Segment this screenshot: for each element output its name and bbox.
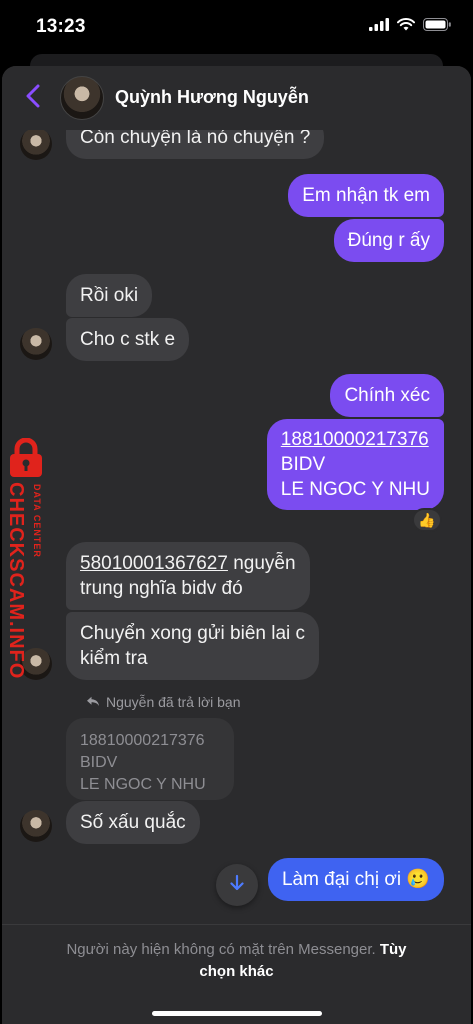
home-indicator[interactable] [152,1011,322,1016]
notice-message: Người này hiện không có mặt trên Messeng… [66,941,380,958]
message-account-info[interactable]: 18810000217376 BIDV LE NGOC Y NHU [266,419,444,510]
quoted-message[interactable]: 18810000217376 BIDV LE NGOC Y NHU [66,718,234,800]
avatar [20,128,52,160]
watermark-main: CHECKSCAM.INFO [5,482,27,680]
chat-sheet: Còn chuyện là nó chuyện ? Em nhận tk em … [2,66,471,1024]
message-text: nguyễn [227,553,296,574]
message-list[interactable]: Còn chuyện là nó chuyện ? Em nhận tk em … [2,66,471,1024]
reaction-badge[interactable]: 👍 [412,508,442,532]
reply-meta-text: Nguyễn đã trả lời bạn [106,694,241,710]
other-options-link[interactable]: chọn khác [199,963,273,980]
message-text: Chuyển xong gửi biên lai c [80,623,306,644]
status-time: 13:23 [36,16,86,37]
message-outgoing[interactable]: Làm đại chị ơi 🥲 [267,858,444,901]
reply-indicator: Nguyễn đã trả lời bạn [86,694,240,710]
wifi-icon [397,18,415,36]
avatar [20,810,52,842]
account-number-link[interactable]: 18810000217376 [281,427,430,452]
quoted-line: LE NGOC Y NHU [80,776,206,793]
contact-name[interactable]: Quỳnh Hương Nguyễn [115,87,309,108]
back-chevron-icon [25,84,41,113]
contact-avatar[interactable] [60,76,104,120]
bank-name: BIDV [280,454,326,475]
unavailable-notice: Người này hiện không có mặt trên Messeng… [2,924,471,1024]
message-incoming[interactable]: Rồi oki [66,274,153,317]
status-icons [369,18,451,36]
message-text: trung nghĩa bidv đó [80,578,243,599]
notice-text: Người này hiện không có mặt trên Messeng… [26,939,447,983]
avatar [20,328,52,360]
message-outgoing[interactable]: Đúng r ấy [333,219,444,262]
scroll-to-bottom-button[interactable] [216,864,258,906]
message-outgoing[interactable]: Chính xéc [330,374,444,417]
watermark-sub: DATA CENTER [32,484,42,558]
watermark: CHECKSCAM.INFO DATA CENTER [2,437,50,679]
quoted-line: BIDV [80,754,118,771]
lock-icon [8,437,44,483]
message-outgoing[interactable]: Em nhận tk em [288,174,444,217]
status-bar: 13:23 [0,0,473,56]
message-incoming[interactable]: 58010001367627 nguyễn trung nghĩa bidv đ… [66,542,310,610]
message-incoming[interactable]: Cho c stk e [66,318,190,361]
chat-header: Quỳnh Hương Nguyễn [2,66,471,130]
message-incoming[interactable]: Số xấu quắc [66,801,200,844]
arrow-down-icon [228,874,246,897]
battery-icon [423,18,451,36]
back-button[interactable] [20,82,46,114]
other-options-link[interactable]: Tùy [380,941,407,958]
message-incoming[interactable]: Chuyển xong gửi biên lai c kiểm tra [66,612,320,680]
message-text: kiểm tra [80,648,148,669]
signal-icon [369,18,389,36]
reply-arrow-icon [86,694,100,710]
account-number-link[interactable]: 58010001367627 [80,553,228,574]
account-holder: LE NGOC Y NHU [280,479,430,500]
quoted-line: 18810000217376 [80,732,205,749]
